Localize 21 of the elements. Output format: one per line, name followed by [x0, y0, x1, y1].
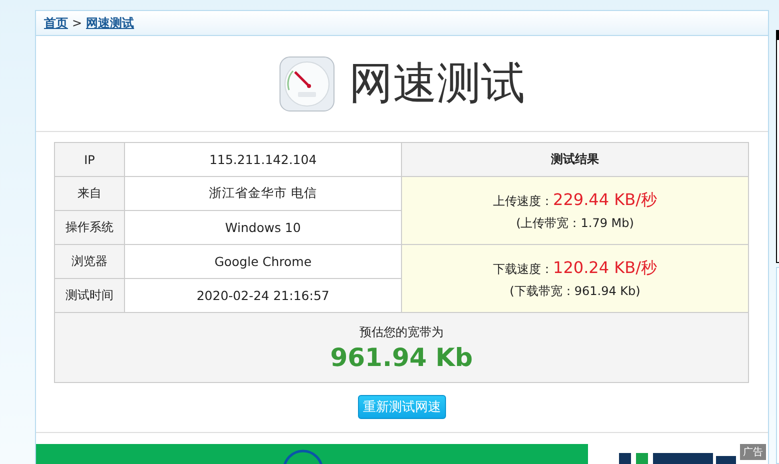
speed-label: 下载速度： — [493, 260, 554, 278]
table-cell: 操作系统 — [55, 211, 125, 245]
speed-label: 上传速度： — [493, 192, 554, 210]
bandwidth-text: (下载带宽：961.94 Kb) — [510, 282, 640, 300]
speed-value: 120.24 KB/秒 — [553, 258, 657, 278]
breadcrumb-separator: > — [72, 16, 82, 30]
table-cell: 测试时间 — [55, 279, 125, 313]
breadcrumb-link[interactable]: 首页 — [44, 14, 68, 32]
table-cell: 浏览器 — [55, 245, 125, 279]
table-header: 测试结果 — [402, 143, 748, 177]
summary-caption: 预估您的宽带为 — [360, 324, 444, 340]
ad-badge: 广告 — [740, 444, 766, 460]
table-cell: 来自 — [55, 177, 125, 211]
bandwidth-text: (上传带宽：1.79 Mb) — [516, 214, 634, 232]
table-cell: 115.211.142.104 — [125, 143, 402, 177]
speed-value: 229.44 KB/秒 — [553, 190, 657, 210]
page-title: 网速测试 — [349, 57, 525, 112]
breadcrumb-link[interactable]: 网速测试 — [86, 14, 134, 32]
table-cell: IP — [55, 143, 125, 177]
bandwidth-value: 961.94 Kb — [330, 342, 473, 372]
speedometer-icon — [279, 56, 335, 112]
